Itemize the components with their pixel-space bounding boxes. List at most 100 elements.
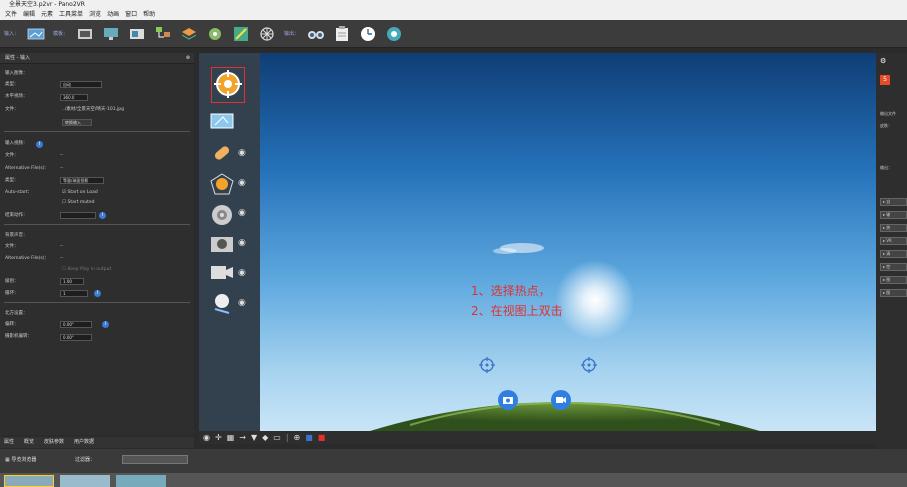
- menu-browse[interactable]: 浏览: [89, 9, 101, 20]
- film-icon[interactable]: [76, 25, 94, 43]
- menu-edit[interactable]: 编辑: [23, 9, 35, 20]
- visibility-eye-icon[interactable]: ◉: [238, 268, 246, 278]
- tour-map-icon[interactable]: [154, 25, 172, 43]
- menu-element[interactable]: 元素: [41, 9, 53, 20]
- filter-label: 过滤器：: [75, 457, 96, 463]
- crosshair-icon[interactable]: ⊕: [294, 433, 301, 442]
- menu-animation[interactable]: 动画: [107, 9, 119, 20]
- menu-window[interactable]: 窗口: [125, 9, 137, 20]
- panorama-scene: [370, 243, 760, 431]
- sound-alt-label: Alternative File(s)：: [5, 256, 50, 261]
- camera-offset-input[interactable]: 0.00°: [60, 334, 92, 341]
- panorama-thumbnail-strip: [0, 473, 907, 487]
- hotspot-marker[interactable]: [479, 357, 495, 375]
- info-icon[interactable]: i: [94, 290, 101, 297]
- visibility-eye-icon[interactable]: ◉: [238, 178, 246, 188]
- map-icon[interactable]: [232, 25, 250, 43]
- type-select[interactable]: 自动: [60, 81, 102, 88]
- panorama-thumbnail[interactable]: [60, 475, 110, 487]
- clock-icon[interactable]: [359, 25, 377, 43]
- loop-input[interactable]: 1: [60, 290, 88, 297]
- power-icon[interactable]: ◉: [203, 433, 210, 442]
- layers-icon[interactable]: [180, 25, 198, 43]
- visibility-eye-icon[interactable]: ◉: [238, 298, 246, 308]
- level-input[interactable]: 1.00: [60, 278, 84, 285]
- main-toolbar: 输入： 模板： 输出：: [0, 20, 907, 48]
- video-hotspot-icon[interactable]: [210, 263, 234, 285]
- red-frame-icon[interactable]: ■: [318, 433, 326, 442]
- blue-frame-icon[interactable]: ■: [305, 433, 313, 442]
- tab-skin-params[interactable]: 皮肤参数: [44, 437, 64, 448]
- eye-icon[interactable]: [385, 25, 403, 43]
- output-option[interactable]: ▸ 自: [880, 198, 907, 206]
- video-type-select[interactable]: 等量/球面投影: [60, 177, 104, 184]
- monitor-icon[interactable]: [102, 25, 120, 43]
- autostart-label: Auto-start：: [5, 190, 33, 195]
- point-hotspot-icon[interactable]: [210, 173, 234, 197]
- hotspot-tool-icon[interactable]: [214, 70, 242, 100]
- patch-bandage-icon[interactable]: [210, 141, 234, 167]
- menu-tools[interactable]: 工具菜单: [59, 9, 83, 20]
- file-path: ../素材/全景天空/晴天-101.jpg: [62, 107, 125, 112]
- light-hotspot-icon[interactable]: [210, 291, 234, 317]
- north-header: 北方设置：: [5, 311, 28, 316]
- visibility-eye-icon[interactable]: ◉: [238, 208, 246, 218]
- panel-close-icon[interactable]: ⊗: [186, 53, 190, 64]
- slideshow-icon[interactable]: [128, 25, 146, 43]
- tab-properties[interactable]: 属性: [4, 437, 14, 448]
- camera-hotspot-button[interactable]: [498, 390, 518, 412]
- sound-alt-value: --: [60, 256, 64, 261]
- info-icon[interactable]: i: [99, 212, 106, 219]
- rect-icon[interactable]: ▭: [273, 433, 281, 442]
- output-option[interactable]: ▸ 输: [880, 211, 907, 219]
- output-option[interactable]: ▸ 热: [880, 224, 907, 232]
- output-option[interactable]: ▸ 图: [880, 289, 907, 297]
- panorama-viewport[interactable]: 1、选择热点， 2、在视图上双击: [260, 53, 876, 431]
- html5-icon[interactable]: 5: [880, 75, 890, 85]
- marker-icon[interactable]: ▼: [251, 433, 257, 442]
- polygon-hotspot-icon[interactable]: [210, 113, 234, 131]
- level-label: 级别：: [5, 279, 19, 284]
- tab-user-data[interactable]: 用户数据: [74, 437, 94, 448]
- arrow-icon[interactable]: →: [239, 433, 246, 442]
- hotspot-marker[interactable]: [581, 357, 597, 375]
- grid-icon[interactable]: ▦: [227, 433, 235, 442]
- move-icon[interactable]: ✛: [215, 433, 222, 442]
- convert-input-button[interactable]: 转换输入: [62, 119, 92, 126]
- output-option[interactable]: ▸ VR: [880, 237, 907, 245]
- panorama-thumbnail[interactable]: [116, 475, 166, 487]
- image-hotspot-icon[interactable]: [210, 233, 234, 255]
- start-on-load-checkbox[interactable]: ☑ Start on Load: [62, 189, 98, 197]
- left-panel-tabs: 属性 概览 皮肤参数 用户数据: [0, 437, 194, 448]
- tab-overview[interactable]: 概览: [24, 437, 34, 448]
- patch-icon[interactable]: ◆: [262, 433, 268, 442]
- window-title-bar: 全景天空3.p2vr - Pano2VR: [0, 0, 907, 9]
- import-input-icon[interactable]: [27, 25, 45, 43]
- keep-play-checkbox[interactable]: ☐ Keep Play in output: [62, 266, 111, 274]
- wheel-icon[interactable]: [258, 25, 276, 43]
- heading-input[interactable]: 0.00°: [60, 321, 92, 328]
- start-muted-checkbox[interactable]: ☐ Start muted: [62, 199, 95, 207]
- loop-label: 循环：: [5, 291, 19, 296]
- patch-icon[interactable]: [206, 25, 224, 43]
- menu-file[interactable]: 文件: [5, 9, 17, 20]
- separator: [4, 302, 190, 303]
- info-icon[interactable]: i: [102, 321, 109, 328]
- filter-select[interactable]: [122, 455, 188, 464]
- sound-hotspot-icon[interactable]: [210, 203, 234, 229]
- visibility-eye-icon[interactable]: ◉: [238, 148, 246, 158]
- hfov-input[interactable]: 360.0: [60, 94, 88, 101]
- info-icon[interactable]: i: [36, 141, 43, 148]
- end-action-select[interactable]: [60, 212, 96, 219]
- output-option[interactable]: ▸ 图: [880, 276, 907, 284]
- binoculars-icon[interactable]: [307, 25, 325, 43]
- clipboard-icon[interactable]: [333, 25, 351, 43]
- panorama-thumbnail[interactable]: [4, 475, 54, 487]
- video-file-value: --: [60, 153, 64, 158]
- input-label-2: 模板：: [53, 31, 69, 37]
- visibility-eye-icon[interactable]: ◉: [238, 238, 246, 248]
- video-hotspot-button[interactable]: [551, 390, 571, 412]
- menu-help[interactable]: 帮助: [143, 9, 155, 20]
- output-option[interactable]: ▸ 控: [880, 263, 907, 271]
- output-option[interactable]: ▸ 清: [880, 250, 907, 258]
